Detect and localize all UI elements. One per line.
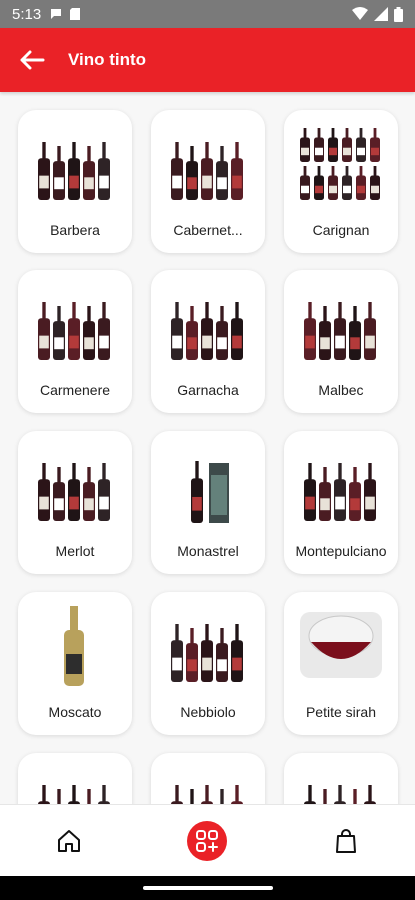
wine-bottles-image	[30, 284, 120, 364]
category-label: Carmenere	[39, 382, 111, 398]
category-card-carignan[interactable]: Carignan	[284, 110, 398, 253]
arrow-left-icon	[20, 50, 45, 70]
product-illustration	[300, 128, 380, 200]
shopping-bag-icon	[335, 829, 356, 853]
wine-bottles-image	[163, 284, 253, 364]
category-label: Montepulciano	[295, 543, 387, 559]
sd-card-icon	[70, 8, 81, 20]
status-bar: 5:13	[0, 0, 415, 28]
category-card-petite-sirah[interactable]: Petite sirah	[284, 592, 398, 735]
nav-cart-button[interactable]	[316, 811, 376, 871]
nav-active-indicator	[187, 821, 228, 861]
category-label: Nebbiolo	[180, 704, 236, 720]
category-label: Carignan	[312, 222, 370, 238]
wine-bottles-image	[163, 767, 253, 804]
wine-bottles-image	[296, 445, 386, 525]
product-illustration	[38, 142, 110, 200]
wine-bottles-image	[30, 606, 120, 686]
categories-icon	[196, 830, 219, 852]
category-card-partial[interactable]	[18, 753, 132, 804]
category-label: Monastrel	[177, 543, 239, 559]
category-card-cabernet[interactable]: Cabernet...	[151, 110, 265, 253]
category-card-monastrel[interactable]: Monastrel	[151, 431, 265, 574]
wine-bottles-image	[30, 767, 120, 804]
product-illustration	[304, 302, 376, 360]
category-card-barbera[interactable]: Barbera	[18, 110, 132, 253]
page-title: Vino tinto	[68, 50, 147, 69]
category-label: Garnacha	[177, 382, 239, 398]
category-label: Cabernet...	[173, 222, 243, 238]
category-label: Merlot	[55, 543, 95, 559]
product-illustration	[38, 302, 110, 360]
bottom-navigation	[0, 804, 415, 877]
status-time: 5:13	[12, 5, 42, 23]
category-card-montepulciano[interactable]: Montepulciano	[284, 431, 398, 574]
wine-bottles-image	[163, 445, 253, 525]
category-card-malbec[interactable]: Malbec	[284, 270, 398, 413]
wine-bottles-image	[296, 124, 386, 204]
battery-icon	[394, 6, 403, 22]
product-illustration	[304, 785, 376, 804]
category-card-carmenere[interactable]: Carmenere	[18, 270, 132, 413]
app-bar: Vino tinto	[0, 28, 415, 92]
product-illustration	[171, 785, 243, 804]
signal-icon	[374, 7, 388, 21]
category-label: Malbec	[318, 382, 364, 398]
category-card-partial[interactable]	[284, 753, 398, 804]
wine-bottles-image	[163, 124, 253, 204]
nav-home-button[interactable]	[39, 811, 99, 871]
wifi-icon	[352, 7, 368, 20]
wine-bottles-image	[296, 284, 386, 364]
product-illustration	[191, 461, 229, 523]
product-illustration	[171, 302, 243, 360]
category-card-merlot[interactable]: Merlot	[18, 431, 132, 574]
wine-bottles-image	[296, 767, 386, 804]
wine-bottles-image	[163, 606, 253, 686]
category-card-garnacha[interactable]: Garnacha	[151, 270, 265, 413]
wine-glass-image	[296, 606, 386, 686]
home-icon	[58, 830, 81, 852]
category-card-partial[interactable]	[151, 753, 265, 804]
system-gesture-bar	[0, 876, 415, 900]
category-label: Barbera	[50, 222, 100, 238]
category-card-nebbiolo[interactable]: Nebbiolo	[151, 592, 265, 735]
wine-bottles-image	[30, 124, 120, 204]
nav-categories-button[interactable]	[177, 811, 237, 871]
category-label: Moscato	[48, 704, 102, 720]
product-illustration	[38, 463, 110, 521]
gesture-handle[interactable]	[142, 886, 273, 890]
product-illustration	[171, 624, 243, 682]
product-illustration	[300, 612, 382, 678]
product-illustration	[171, 142, 243, 200]
product-illustration	[64, 606, 84, 686]
category-label: Petite sirah	[305, 704, 377, 720]
wine-bottles-image	[30, 445, 120, 525]
product-illustration	[304, 463, 376, 521]
category-grid: Barbera Cabernet... Carignan Carmenere G…	[0, 92, 415, 804]
product-illustration	[38, 785, 110, 804]
chat-notification-icon	[51, 9, 62, 19]
category-card-moscato[interactable]: Moscato	[18, 592, 132, 735]
back-button[interactable]	[0, 28, 64, 92]
